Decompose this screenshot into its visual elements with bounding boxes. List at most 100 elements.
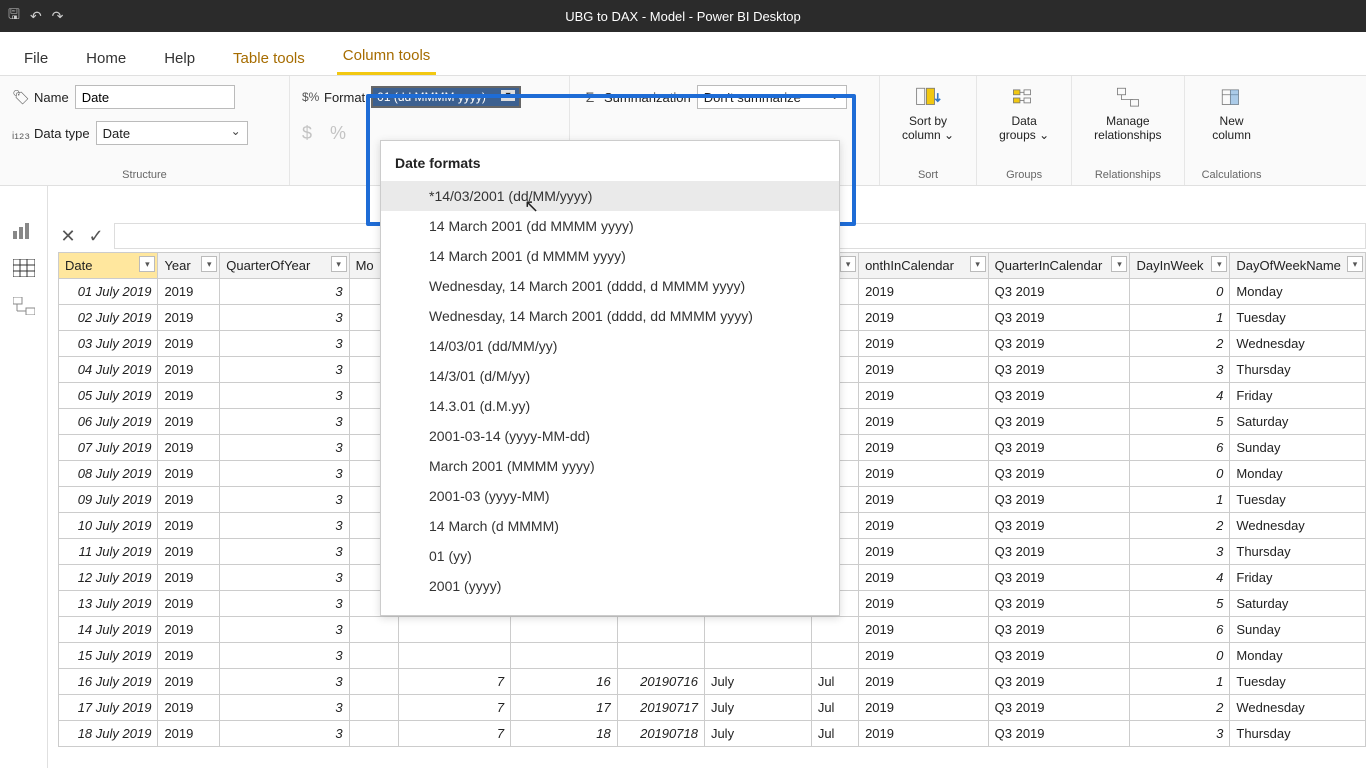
cell[interactable]: 2019: [859, 409, 989, 435]
cell[interactable]: Q3 2019: [988, 565, 1130, 591]
column-header[interactable]: QuarterOfYear▾: [220, 253, 349, 279]
summarization-select[interactable]: Don't summarize: [697, 85, 847, 109]
tab-help[interactable]: Help: [158, 40, 201, 75]
cell[interactable]: 4: [1130, 383, 1230, 409]
cell[interactable]: 2: [1130, 695, 1230, 721]
cell[interactable]: Tuesday: [1230, 305, 1366, 331]
cell[interactable]: 2019: [859, 643, 989, 669]
cell[interactable]: 2019: [158, 279, 220, 305]
tab-home[interactable]: Home: [80, 40, 132, 75]
formula-accept-button[interactable]: ✓: [86, 226, 106, 247]
column-header[interactable]: Date▾: [59, 253, 158, 279]
cell[interactable]: 3: [220, 669, 349, 695]
cell[interactable]: 3: [220, 435, 349, 461]
format-option[interactable]: 01 (yy): [381, 541, 839, 571]
column-header[interactable]: onthInCalendar▾: [859, 253, 989, 279]
manage-relationships-button[interactable]: Manage relationships: [1084, 82, 1171, 144]
cell[interactable]: 2019: [859, 565, 989, 591]
new-column-button[interactable]: New column: [1197, 82, 1267, 144]
cell[interactable]: 2019: [158, 591, 220, 617]
cell[interactable]: Q3 2019: [988, 513, 1130, 539]
cell[interactable]: 7: [398, 721, 510, 747]
cell[interactable]: 3: [220, 721, 349, 747]
cell[interactable]: 13 July 2019: [59, 591, 158, 617]
format-option[interactable]: 14.3.01 (d.M.yy): [381, 391, 839, 421]
name-input[interactable]: [75, 85, 235, 109]
cell[interactable]: 2019: [859, 487, 989, 513]
cell[interactable]: 3: [1130, 357, 1230, 383]
cell[interactable]: 2019: [859, 721, 989, 747]
redo-icon[interactable]: ↷: [52, 8, 64, 25]
cell[interactable]: 1: [1130, 669, 1230, 695]
cell[interactable]: Wednesday: [1230, 331, 1366, 357]
cell[interactable]: 17 July 2019: [59, 695, 158, 721]
cell[interactable]: [617, 617, 704, 643]
cell[interactable]: Q3 2019: [988, 279, 1130, 305]
cell[interactable]: Thursday: [1230, 357, 1366, 383]
tab-file[interactable]: File: [18, 40, 54, 75]
format-option[interactable]: 2001-03-14 (yyyy-MM-dd): [381, 421, 839, 451]
cell[interactable]: 2019: [158, 695, 220, 721]
cell[interactable]: 3: [220, 539, 349, 565]
cell[interactable]: Tuesday: [1230, 487, 1366, 513]
cell[interactable]: July: [704, 669, 811, 695]
cell[interactable]: 3: [220, 383, 349, 409]
table-row[interactable]: 14 July 2019201932019Q3 20196Sunday: [59, 617, 1366, 643]
cell[interactable]: 3: [1130, 721, 1230, 747]
filter-icon[interactable]: ▾: [1211, 256, 1227, 272]
filter-icon[interactable]: ▾: [1111, 256, 1127, 272]
cell[interactable]: [704, 643, 811, 669]
cell[interactable]: 3: [220, 643, 349, 669]
format-option[interactable]: 14 March (d MMMM): [381, 511, 839, 541]
cell[interactable]: 1: [1130, 305, 1230, 331]
cell[interactable]: 2019: [158, 617, 220, 643]
cell[interactable]: 5: [1130, 591, 1230, 617]
cell[interactable]: Q3 2019: [988, 331, 1130, 357]
cell[interactable]: 3: [220, 513, 349, 539]
format-option[interactable]: 14/03/01 (dd/MM/yy): [381, 331, 839, 361]
cell[interactable]: [811, 617, 858, 643]
cell[interactable]: [617, 643, 704, 669]
cell[interactable]: 2019: [859, 435, 989, 461]
filter-icon[interactable]: ▾: [840, 256, 856, 272]
cell[interactable]: 20190717: [617, 695, 704, 721]
cell[interactable]: 3: [220, 591, 349, 617]
cell[interactable]: July: [704, 721, 811, 747]
column-header[interactable]: DayOfWeekName▾: [1230, 253, 1366, 279]
data-groups-button[interactable]: Data groups ⌄: [989, 82, 1059, 144]
tab-table-tools[interactable]: Table tools: [227, 40, 311, 75]
cell[interactable]: 2019: [859, 617, 989, 643]
cell[interactable]: Q3 2019: [988, 409, 1130, 435]
column-header[interactable]: DayInWeek▾: [1130, 253, 1230, 279]
cell[interactable]: 2019: [158, 721, 220, 747]
cell[interactable]: 16: [511, 669, 618, 695]
cell[interactable]: Monday: [1230, 643, 1366, 669]
cell[interactable]: 0: [1130, 279, 1230, 305]
cell[interactable]: 2019: [859, 279, 989, 305]
table-row[interactable]: 16 July 20192019371620190716JulyJul2019Q…: [59, 669, 1366, 695]
cell[interactable]: 16 July 2019: [59, 669, 158, 695]
cell[interactable]: 2019: [859, 461, 989, 487]
format-option[interactable]: 14 March 2001 (dd MMMM yyyy): [381, 211, 839, 241]
table-row[interactable]: 18 July 20192019371820190718JulyJul2019Q…: [59, 721, 1366, 747]
cell[interactable]: 07 July 2019: [59, 435, 158, 461]
cell[interactable]: 2: [1130, 331, 1230, 357]
currency-button[interactable]: $: [302, 123, 312, 144]
format-option[interactable]: 14 March 2001 (d MMMM yyyy): [381, 241, 839, 271]
cell[interactable]: 20190716: [617, 669, 704, 695]
cell[interactable]: 0: [1130, 643, 1230, 669]
cell[interactable]: [511, 643, 618, 669]
cell[interactable]: Q3 2019: [988, 461, 1130, 487]
report-view-icon[interactable]: [12, 220, 36, 240]
cell[interactable]: 2019: [158, 383, 220, 409]
cell[interactable]: 6: [1130, 617, 1230, 643]
cell[interactable]: 2019: [158, 305, 220, 331]
cell[interactable]: [349, 721, 398, 747]
table-row[interactable]: 17 July 20192019371720190717JulyJul2019Q…: [59, 695, 1366, 721]
model-view-icon[interactable]: [12, 296, 36, 316]
cell[interactable]: 2019: [158, 409, 220, 435]
format-select[interactable]: 01 (dd MMMM yyyy): [371, 86, 521, 108]
cell[interactable]: Wednesday: [1230, 513, 1366, 539]
cell[interactable]: Q3 2019: [988, 435, 1130, 461]
cell[interactable]: 3: [220, 279, 349, 305]
